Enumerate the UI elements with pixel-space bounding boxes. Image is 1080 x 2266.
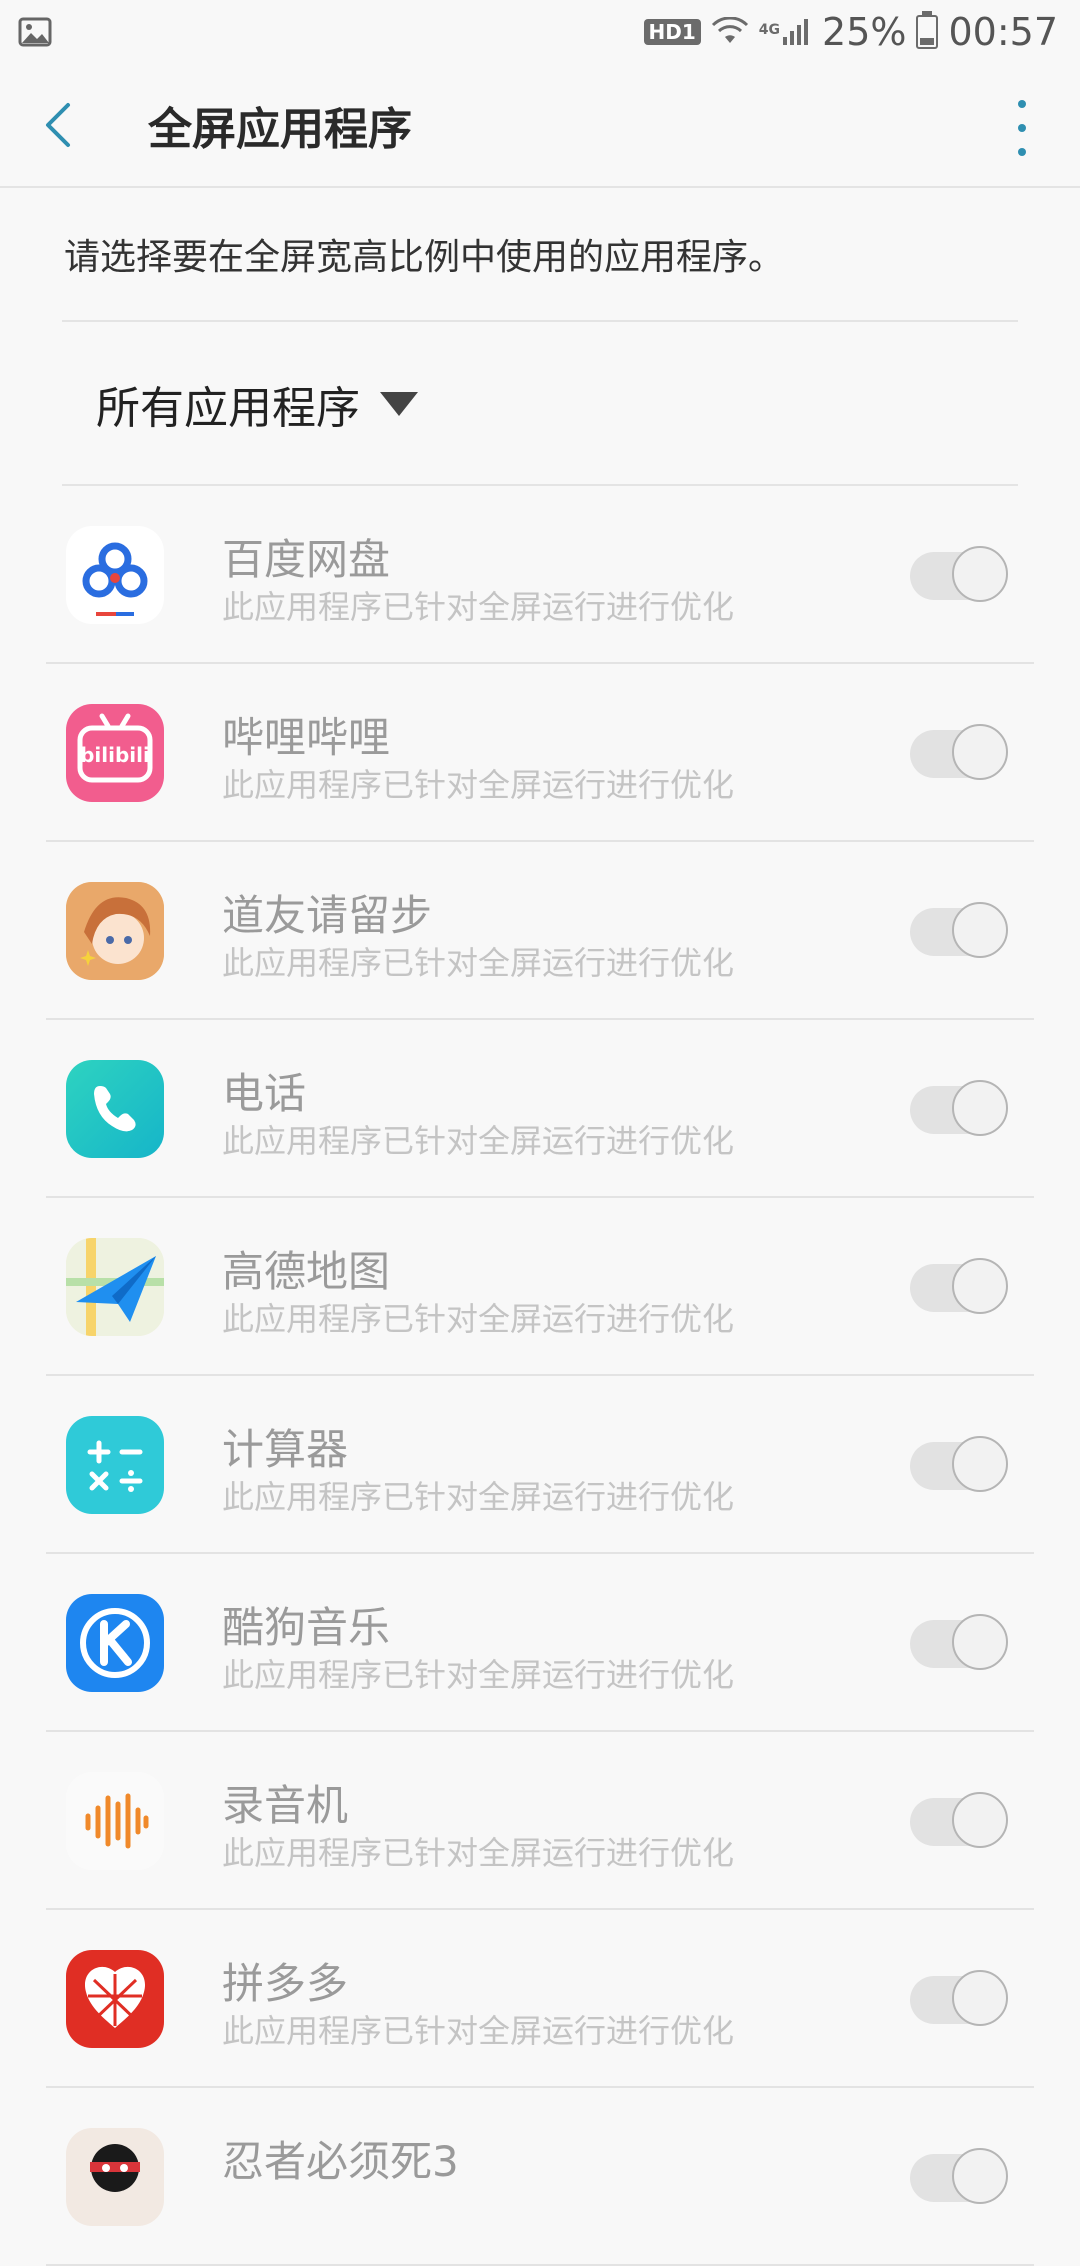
- svg-text:bilibili: bilibili: [80, 743, 150, 767]
- app-subtitle: 此应用程序已针对全屏运行进行优化: [222, 1834, 735, 1872]
- list-item[interactable]: 电话 此应用程序已针对全屏运行进行优化: [0, 1020, 1080, 1198]
- network-type-label: 4G: [758, 22, 781, 38]
- app-name: 录音机: [222, 1781, 349, 1830]
- fullscreen-toggle[interactable]: [910, 1258, 1008, 1314]
- bilibili-icon: bilibili: [66, 704, 164, 802]
- fullscreen-toggle[interactable]: [910, 1970, 1008, 2026]
- list-item[interactable]: 计算器 此应用程序已针对全屏运行进行优化: [0, 1376, 1080, 1554]
- app-subtitle: 此应用程序已针对全屏运行进行优化: [222, 1122, 735, 1160]
- more-options-button[interactable]: [1002, 100, 1042, 156]
- fullscreen-toggle[interactable]: [910, 1792, 1008, 1848]
- fullscreen-toggle[interactable]: [910, 546, 1008, 602]
- pinduoduo-icon: [66, 1950, 164, 2048]
- ninja-icon: [66, 2128, 164, 2226]
- app-filter-dropdown[interactable]: 所有应用程序: [96, 372, 418, 436]
- divider: [62, 320, 1018, 322]
- page-description: 请选择要在全屏宽高比例中使用的应用程序。: [64, 237, 785, 278]
- cellular-signal-icon: [783, 19, 809, 45]
- list-item[interactable]: 百度网盘 此应用程序已针对全屏运行进行优化: [0, 486, 1080, 664]
- voice-recorder-icon: [66, 1772, 164, 1870]
- app-subtitle: 此应用程序已针对全屏运行进行优化: [222, 1300, 735, 1338]
- battery-percent: 25%: [822, 10, 907, 54]
- app-name: 拼多多: [222, 1959, 349, 2008]
- fullscreen-toggle[interactable]: [910, 724, 1008, 780]
- wifi-icon: [711, 17, 748, 43]
- list-item[interactable]: 道友请留步 此应用程序已针对全屏运行进行优化: [0, 842, 1080, 1020]
- app-name: 忍者必须死3: [222, 2137, 459, 2186]
- status-bar-right: HD1 4G 25% 00:57: [643, 10, 1080, 54]
- fullscreen-toggle[interactable]: [910, 1080, 1008, 1136]
- app-subtitle: 此应用程序已针对全屏运行进行优化: [222, 1656, 735, 1694]
- fullscreen-toggle[interactable]: [910, 1614, 1008, 1670]
- app-name: 百度网盘: [222, 535, 391, 584]
- list-item[interactable]: bilibili 哔哩哔哩 此应用程序已针对全屏运行进行优化: [0, 664, 1080, 842]
- status-bar-left: [0, 17, 52, 47]
- gallery-notification-icon: [18, 17, 52, 47]
- battery-icon: [916, 11, 939, 49]
- app-name: 电话: [222, 1069, 307, 1118]
- game-avatar-icon: [66, 882, 164, 980]
- more-options-icon: [1018, 100, 1026, 108]
- app-name: 哔哩哔哩: [222, 713, 391, 762]
- back-arrow-icon: [46, 103, 70, 147]
- status-bar: HD1 4G 25% 00:57: [0, 0, 1080, 64]
- back-button[interactable]: [42, 75, 132, 175]
- kugou-icon: [66, 1594, 164, 1692]
- calculator-icon: [66, 1416, 164, 1514]
- app-name: 道友请留步: [222, 891, 433, 940]
- more-options-dot: [1018, 124, 1026, 132]
- app-list: 百度网盘 此应用程序已针对全屏运行进行优化 bilibili 哔哩哔哩 此应用程…: [0, 486, 1080, 2266]
- phone-icon: [66, 1060, 164, 1158]
- list-item[interactable]: 酷狗音乐 此应用程序已针对全屏运行进行优化: [0, 1554, 1080, 1732]
- app-name: 计算器: [222, 1425, 349, 1474]
- app-subtitle: 此应用程序已针对全屏运行进行优化: [222, 588, 735, 626]
- app-name: 酷狗音乐: [222, 1603, 391, 1652]
- hd-voice-badge: HD1: [643, 19, 701, 45]
- dropdown-arrow-icon: [380, 392, 418, 416]
- app-subtitle: 此应用程序已针对全屏运行进行优化: [222, 1478, 735, 1516]
- app-filter-label: 所有应用程序: [96, 383, 360, 434]
- fullscreen-toggle[interactable]: [910, 1436, 1008, 1492]
- app-subtitle: 此应用程序已针对全屏运行进行优化: [222, 944, 735, 982]
- app-subtitle: 此应用程序已针对全屏运行进行优化: [222, 766, 735, 804]
- fullscreen-toggle[interactable]: [910, 902, 1008, 958]
- list-item[interactable]: 拼多多 此应用程序已针对全屏运行进行优化: [0, 1910, 1080, 2088]
- amap-icon: [66, 1238, 164, 1336]
- list-item[interactable]: 录音机 此应用程序已针对全屏运行进行优化: [0, 1732, 1080, 1910]
- page-title: 全屏应用程序: [148, 104, 412, 155]
- baidu-netdisk-icon: [66, 526, 164, 624]
- app-name: 高德地图: [222, 1247, 391, 1296]
- fullscreen-toggle[interactable]: [910, 2148, 1008, 2204]
- app-bar: 全屏应用程序: [0, 64, 1080, 188]
- clock: 00:57: [948, 10, 1058, 54]
- list-item[interactable]: 高德地图 此应用程序已针对全屏运行进行优化: [0, 1198, 1080, 1376]
- more-options-dot: [1018, 148, 1026, 156]
- list-item[interactable]: 忍者必须死3: [0, 2088, 1080, 2266]
- app-subtitle: 此应用程序已针对全屏运行进行优化: [222, 2012, 735, 2050]
